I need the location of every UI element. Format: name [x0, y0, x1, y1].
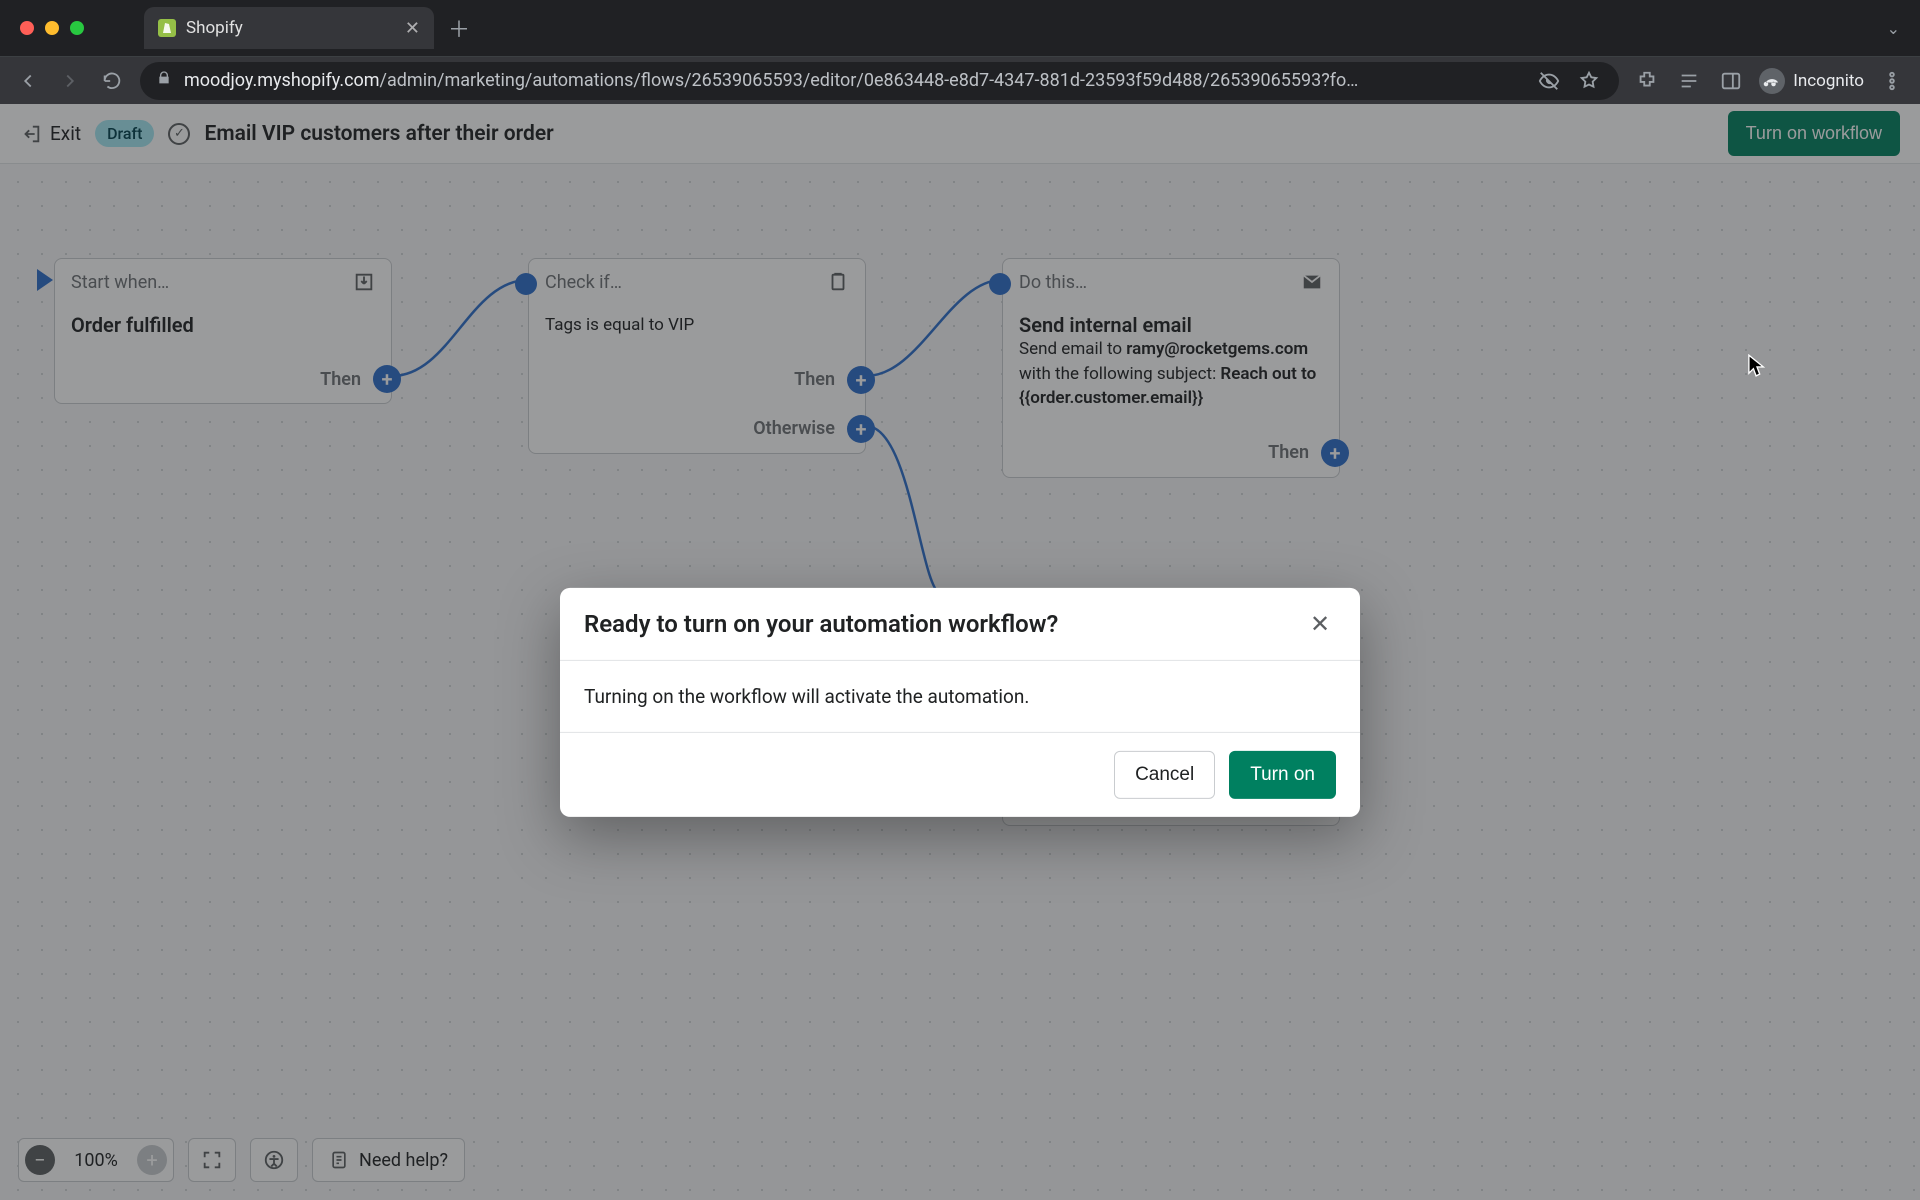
shopify-favicon-icon: [158, 19, 176, 37]
new-tab-button[interactable]: ＋: [448, 12, 470, 44]
reading-list-icon[interactable]: [1675, 67, 1703, 95]
modal-footer: Cancel Turn on: [560, 733, 1360, 817]
nav-forward-button[interactable]: [56, 67, 84, 95]
close-icon: ✕: [1310, 610, 1330, 638]
nav-back-button[interactable]: [14, 67, 42, 95]
bookmark-star-icon[interactable]: [1575, 67, 1603, 95]
tabs-dropdown-icon[interactable]: ⌄: [1887, 19, 1900, 38]
profile-incognito[interactable]: Incognito: [1759, 68, 1864, 94]
browser-chrome: Shopify ✕ ＋ ⌄ moodjoy.myshopify.com/admi…: [0, 0, 1920, 104]
turn-on-button[interactable]: Turn on: [1229, 751, 1336, 799]
window-traffic-lights: [0, 21, 104, 35]
modal-title: Ready to turn on your automation workflo…: [584, 610, 1058, 638]
address-url: moodjoy.myshopify.com/admin/marketing/au…: [184, 70, 1523, 91]
incognito-label: Incognito: [1793, 71, 1864, 91]
window-close-button[interactable]: [20, 21, 34, 35]
incognito-icon: [1759, 68, 1785, 94]
nav-reload-button[interactable]: [98, 67, 126, 95]
tab-close-icon[interactable]: ✕: [405, 18, 420, 39]
eye-off-icon[interactable]: [1535, 67, 1563, 95]
window-minimize-button[interactable]: [45, 21, 59, 35]
side-panel-icon[interactable]: [1717, 67, 1745, 95]
extensions-icon[interactable]: [1633, 67, 1661, 95]
tab-title: Shopify: [186, 18, 243, 38]
lock-icon: [156, 70, 172, 91]
window-maximize-button[interactable]: [70, 21, 84, 35]
confirm-modal: Ready to turn on your automation workflo…: [560, 588, 1360, 817]
browser-toolbar: moodjoy.myshopify.com/admin/marketing/au…: [0, 56, 1920, 104]
browser-titlebar: Shopify ✕ ＋ ⌄: [0, 0, 1920, 56]
cancel-button[interactable]: Cancel: [1114, 751, 1215, 799]
modal-body: Turning on the workflow will activate th…: [560, 661, 1360, 733]
browser-tab[interactable]: Shopify ✕: [144, 7, 434, 49]
address-bar[interactable]: moodjoy.myshopify.com/admin/marketing/au…: [140, 62, 1619, 100]
browser-menu-icon[interactable]: [1878, 67, 1906, 95]
app-viewport: Exit Draft ✓ Email VIP customers after t…: [0, 104, 1920, 1200]
modal-close-button[interactable]: ✕: [1304, 608, 1336, 640]
